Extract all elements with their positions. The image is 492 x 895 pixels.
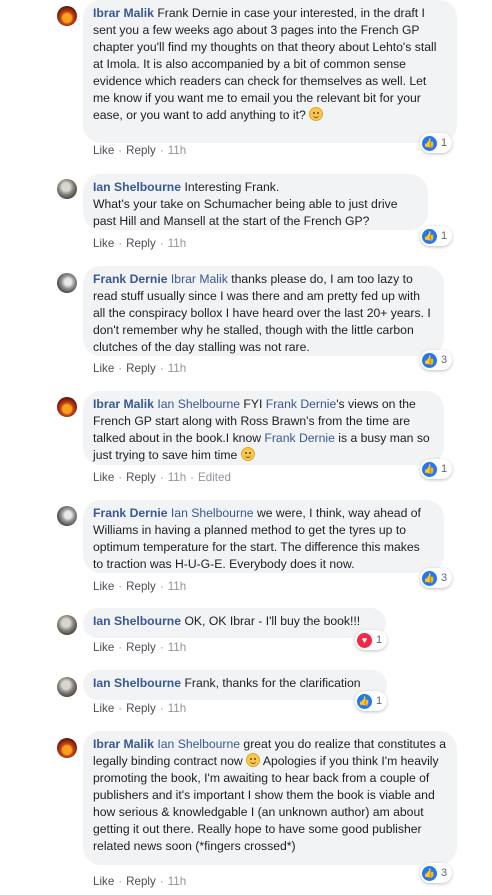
reply-link[interactable]: Reply xyxy=(126,875,156,888)
like-icon: 👍 xyxy=(422,228,437,244)
like-link[interactable]: Like xyxy=(93,471,114,484)
comment-bubble: Ian Shelbourne OK, OK Ibrar - I'll buy t… xyxy=(83,608,386,638)
comment-author[interactable]: Ian Shelbourne xyxy=(93,614,181,628)
timestamp[interactable]: 11h xyxy=(168,875,186,888)
comment-author[interactable]: Ian Shelbourne xyxy=(93,180,181,194)
love-icon: ♥ xyxy=(357,632,372,648)
edited-label[interactable]: Edited xyxy=(198,471,231,484)
comment-author[interactable]: Ibrar Malik xyxy=(93,397,154,411)
timestamp[interactable]: 11h xyxy=(168,580,186,593)
like-link[interactable]: Like xyxy=(93,641,114,654)
comment-bubble: Ian Shelbourne Interesting Frank. What's… xyxy=(83,174,428,230)
comment-actions: Like · Reply · 11h · Edited xyxy=(93,471,231,484)
reaction-count[interactable]: 👍 1 xyxy=(420,133,453,153)
like-icon: 👍 xyxy=(357,693,372,709)
avatar[interactable] xyxy=(57,6,77,26)
comment-author[interactable]: Ibrar Malik xyxy=(93,737,154,751)
comment-text: Interesting Frank. xyxy=(184,180,280,194)
comment-author[interactable]: Frank Dernie xyxy=(93,506,168,520)
reaction-count[interactable]: 👍 1 xyxy=(420,226,453,246)
comment-text: OK, OK Ibrar - I'll buy the book!!! xyxy=(184,614,361,628)
timestamp[interactable]: 11h xyxy=(168,702,186,715)
reply-link[interactable]: Reply xyxy=(126,362,156,375)
reply-link[interactable]: Reply xyxy=(126,641,156,654)
comment-text: Apologies if you think I'm heavily promo… xyxy=(93,754,439,853)
reaction-count[interactable]: 👍 1 xyxy=(420,459,453,479)
comment-text: Frank, thanks for the clarification xyxy=(184,676,361,690)
like-link[interactable]: Like xyxy=(93,702,114,715)
comment-actions: Like · Reply · 11h xyxy=(93,702,187,715)
smiley-emoji-icon xyxy=(309,107,324,121)
like-icon: 👍 xyxy=(422,570,437,586)
reaction-count[interactable]: 👍 3 xyxy=(420,350,453,370)
like-icon: 👍 xyxy=(422,461,437,477)
avatar[interactable] xyxy=(57,615,77,635)
comment-actions: Like · Reply · 11h xyxy=(93,875,187,888)
reply-link[interactable]: Reply xyxy=(126,144,156,157)
comment-author[interactable]: Ian Shelbourne xyxy=(93,676,181,690)
reaction-count[interactable]: ♥ 1 xyxy=(355,630,388,650)
avatar[interactable] xyxy=(57,273,77,293)
like-icon: 👍 xyxy=(422,865,437,881)
comment-actions: Like · Reply · 11h xyxy=(93,641,187,654)
comment-text: What's your take on Schumacher being abl… xyxy=(93,197,398,228)
timestamp[interactable]: 11h xyxy=(168,144,186,157)
comment-author[interactable]: Ibrar Malik xyxy=(93,6,154,20)
reply-link[interactable]: Reply xyxy=(126,702,156,715)
comment-author[interactable]: Frank Dernie xyxy=(93,272,168,286)
mention-link[interactable]: Frank Dernie xyxy=(264,431,334,445)
reply-link[interactable]: Reply xyxy=(126,580,156,593)
avatar[interactable] xyxy=(57,397,77,417)
comment-text: Frank Dernie in case your interested, in… xyxy=(93,6,437,122)
mention-link[interactable]: Ian Shelbourne xyxy=(157,737,240,751)
comment-actions: Like · Reply · 11h xyxy=(93,362,187,375)
mention-link[interactable]: Ian Shelbourne xyxy=(157,397,240,411)
like-icon: 👍 xyxy=(422,352,437,368)
reaction-count[interactable]: 👍 3 xyxy=(420,863,453,883)
reply-link[interactable]: Reply xyxy=(126,237,156,250)
avatar[interactable] xyxy=(57,677,77,697)
timestamp[interactable]: 11h xyxy=(168,237,186,250)
reaction-count[interactable]: 👍 1 xyxy=(355,691,388,711)
avatar[interactable] xyxy=(57,179,77,199)
avatar[interactable] xyxy=(57,506,77,526)
reply-link[interactable]: Reply xyxy=(126,471,156,484)
like-link[interactable]: Like xyxy=(93,237,114,250)
comment-text: FYI xyxy=(243,397,263,411)
comment-bubble: Ibrar Malik Frank Dernie in case your in… xyxy=(83,0,457,143)
like-link[interactable]: Like xyxy=(93,362,114,375)
comment-bubble: Ibrar Malik Ian Shelbourne FYI Frank Der… xyxy=(83,391,444,465)
like-link[interactable]: Like xyxy=(93,580,114,593)
comment-bubble: Ibrar Malik Ian Shelbourne great you do … xyxy=(83,731,457,865)
mention-link[interactable]: Ibrar Malik xyxy=(171,272,228,286)
like-link[interactable]: Like xyxy=(93,144,114,157)
like-icon: 👍 xyxy=(422,135,437,151)
smiley-emoji-icon xyxy=(246,753,261,767)
like-link[interactable]: Like xyxy=(93,875,114,888)
timestamp[interactable]: 11h xyxy=(168,471,186,484)
smiley-emoji-icon xyxy=(240,447,255,461)
mention-link[interactable]: Ian Shelbourne xyxy=(171,506,254,520)
comment-bubble: Frank Dernie Ibrar Malik thanks please d… xyxy=(83,266,444,356)
reaction-count[interactable]: 👍 3 xyxy=(420,568,453,588)
timestamp[interactable]: 11h xyxy=(168,641,186,654)
comment-actions: Like · Reply · 11h xyxy=(93,580,187,593)
comment-bubble: Ian Shelbourne Frank, thanks for the cla… xyxy=(83,670,387,700)
timestamp[interactable]: 11h xyxy=(168,362,186,375)
avatar[interactable] xyxy=(57,738,77,758)
comment-actions: Like · Reply · 11h xyxy=(93,144,187,157)
comment-actions: Like · Reply · 11h xyxy=(93,237,187,250)
comment-bubble: Frank Dernie Ian Shelbourne we were, I t… xyxy=(83,500,444,573)
mention-link[interactable]: Frank Dernie xyxy=(266,397,336,411)
